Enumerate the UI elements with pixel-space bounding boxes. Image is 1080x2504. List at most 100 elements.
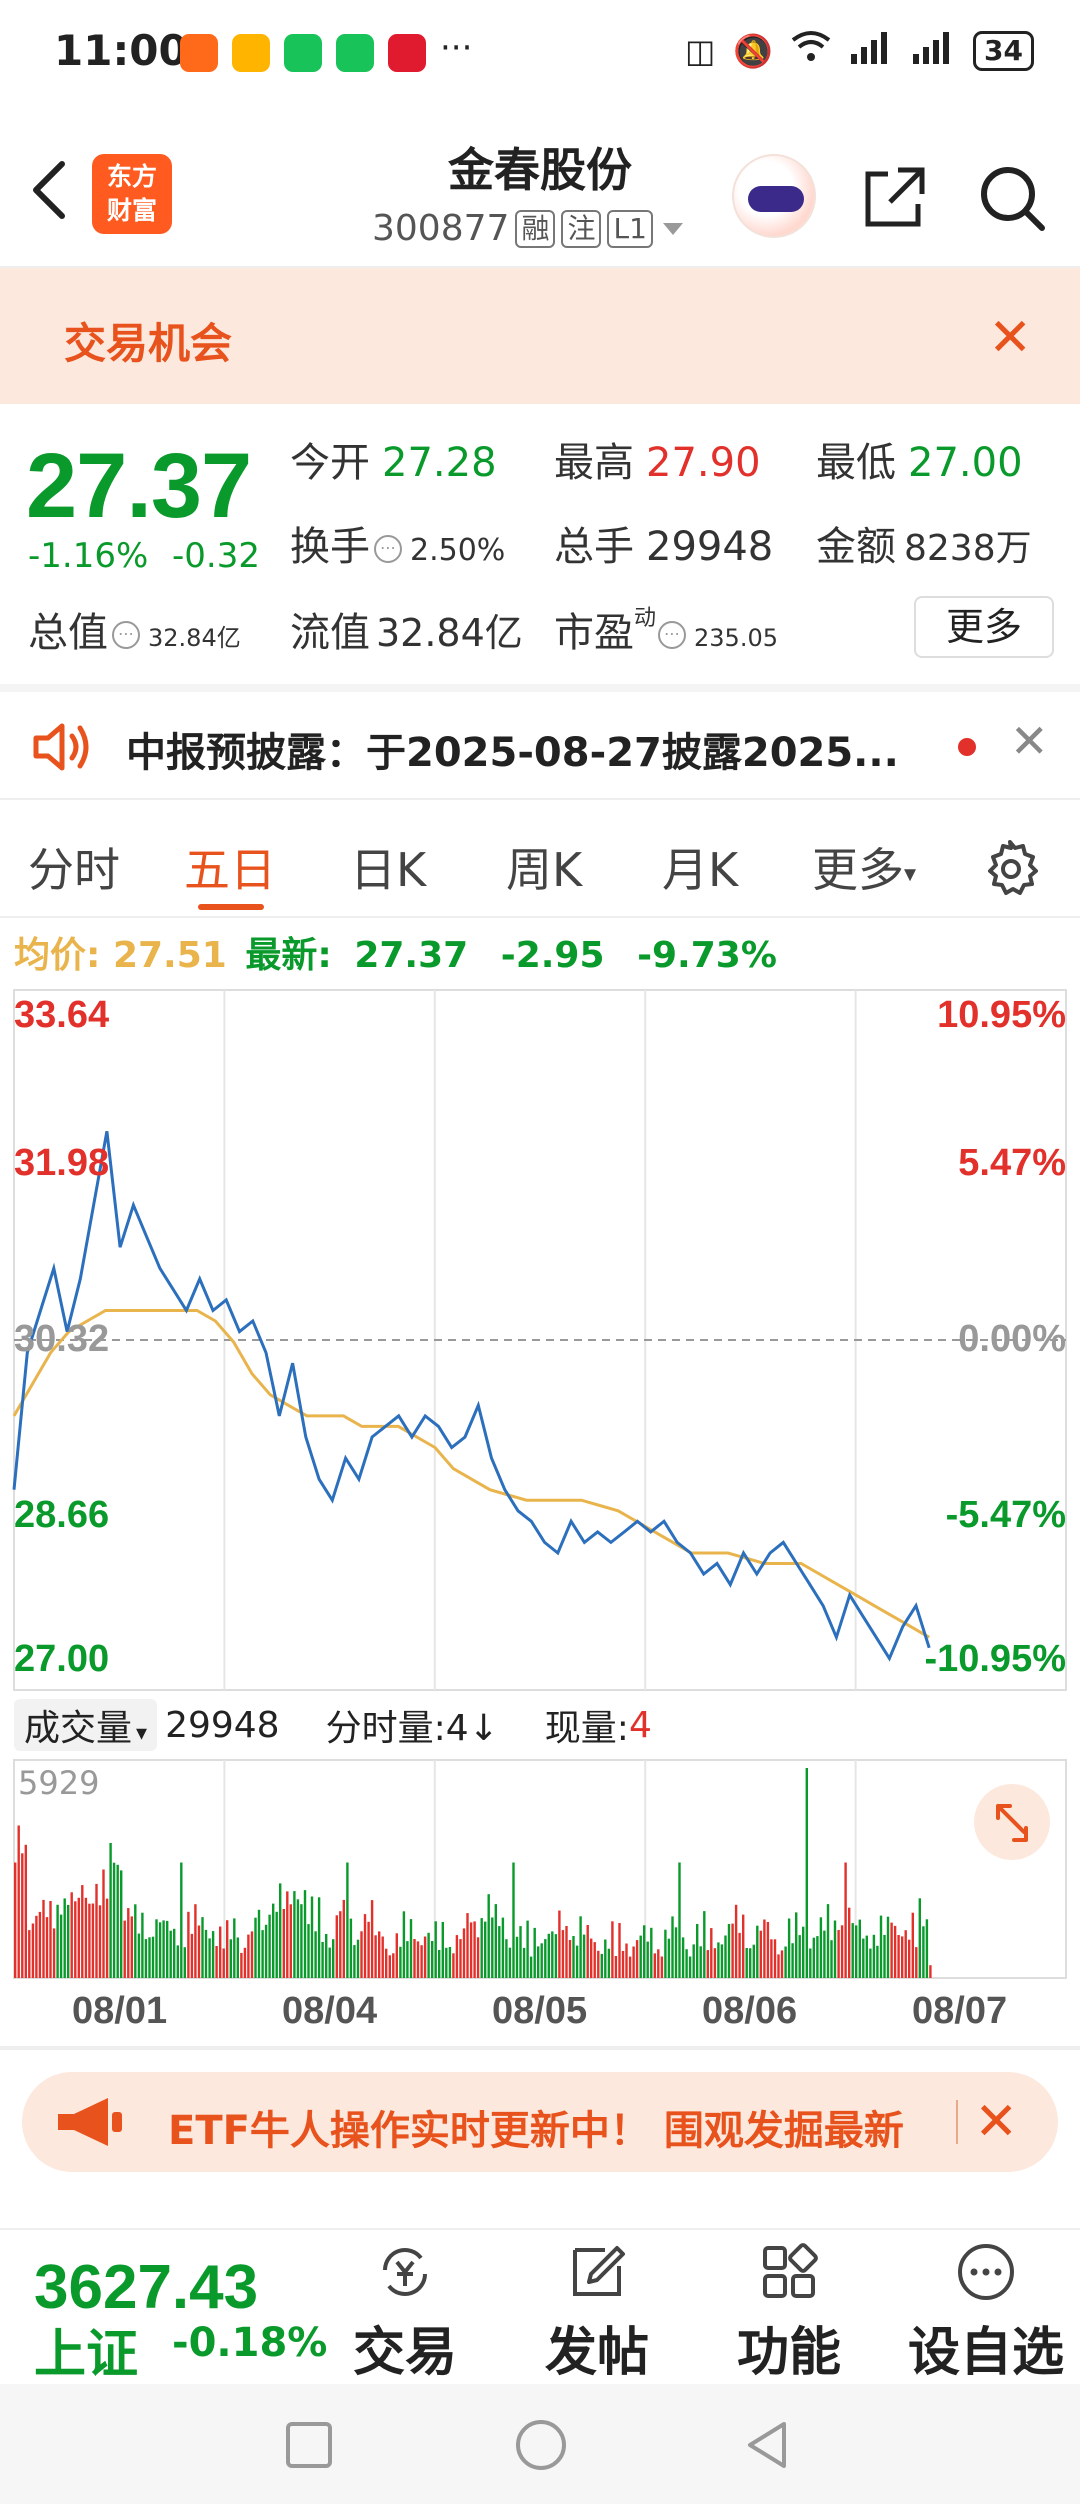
volume-bar <box>688 1956 692 1978</box>
volume-bar <box>367 1921 370 1978</box>
x-tick-2: 08/05 <box>492 1990 588 2032</box>
volume-bar <box>667 1938 671 1978</box>
volume-bar <box>91 1903 95 1978</box>
volume-bar <box>491 1917 494 1978</box>
volume-bar <box>176 1945 179 1978</box>
volume-bars <box>14 1768 932 1978</box>
post-button[interactable]: 发帖 <box>522 2240 672 2385</box>
gear-icon[interactable] <box>980 838 1040 898</box>
volume-bar <box>480 1918 483 1978</box>
search-icon[interactable] <box>976 162 1048 234</box>
volume-bar <box>738 1932 741 1978</box>
tab-daily-k[interactable]: 日K <box>350 834 426 900</box>
volume-bar <box>901 1936 904 1978</box>
volume-bar <box>211 1931 215 1978</box>
volume-bar <box>112 1862 116 1978</box>
x-tick-1: 08/04 <box>282 1990 378 2032</box>
close-icon[interactable]: ✕ <box>1010 714 1049 768</box>
volume-bar <box>35 1915 38 1978</box>
status-bar: 11:00 ··· ◫ 🔕 34 <box>0 0 1080 104</box>
volume-bar <box>335 1915 338 1978</box>
pe-field[interactable]: 市盈动⋯ 235.05 <box>554 600 778 658</box>
system-navigation <box>0 2384 1080 2504</box>
volume-bar <box>158 1922 162 1978</box>
volume-bar <box>678 1862 681 1978</box>
chart-change: -2.95 <box>500 935 605 976</box>
tab-intraday[interactable]: 分时 <box>28 834 120 900</box>
volume-bar <box>763 1919 766 1978</box>
volume-bar <box>332 1939 335 1978</box>
functions-button[interactable]: 功能 <box>714 2240 864 2385</box>
tab-five-day[interactable]: 五日 <box>184 834 276 900</box>
close-icon[interactable]: ✕ <box>974 2092 1018 2152</box>
grid-icon <box>763 2243 818 2298</box>
volume-bar <box>805 1768 808 1978</box>
volume-bar <box>780 1950 784 1978</box>
more-button[interactable]: 更多 <box>914 596 1054 658</box>
market-cap-field[interactable]: 总值 ⋯ 32.84亿 <box>28 600 241 658</box>
volume-bar <box>692 1944 695 1978</box>
add-watchlist-button[interactable]: 设自选 <box>896 2240 1076 2385</box>
volume-bar <box>816 1936 819 1978</box>
volume-bar <box>346 1862 349 1978</box>
volume-bar <box>204 1929 208 1978</box>
volume-bar <box>526 1920 529 1978</box>
recent-apps-icon[interactable] <box>284 2420 334 2470</box>
volume-bar <box>180 1862 183 1978</box>
volume-bar <box>674 1927 678 1978</box>
volume-bar <box>144 1939 148 1978</box>
volume-max-label: 5929 <box>18 1764 100 1802</box>
more-circle-icon <box>958 2244 1014 2300</box>
volume-bar <box>240 1952 243 1978</box>
volume-chart[interactable] <box>0 1756 1080 1982</box>
volume-bar <box>314 1931 317 1978</box>
y-tick-left-1: 31.98 <box>14 1142 110 1184</box>
volume-bar <box>544 1939 547 1978</box>
volume-bar <box>752 1944 755 1978</box>
turnover-field[interactable]: 换手 ⋯ 2.50% <box>290 514 505 572</box>
volume-bar <box>197 1925 201 1978</box>
volume-bar <box>233 1918 236 1978</box>
ai-assistant-icon[interactable] <box>732 154 816 238</box>
volume-bar <box>445 1947 448 1978</box>
tab-monthly-k[interactable]: 月K <box>662 834 738 900</box>
tab-more[interactable]: 更多▾ <box>812 834 916 900</box>
tab-weekly-k[interactable]: 周K <box>506 834 582 900</box>
price-chart[interactable] <box>0 984 1080 1694</box>
volume-total: 29948 <box>165 1704 280 1746</box>
notice-bar[interactable]: 中报预披露：于2025-08-27披露2025... ✕ <box>0 692 1080 800</box>
trade-button[interactable]: 交易 <box>330 2240 480 2385</box>
volume-bar <box>568 1940 572 1978</box>
volume-bar <box>671 1916 674 1978</box>
volume-bar <box>52 1928 56 1978</box>
expand-chart-button[interactable] <box>974 1784 1050 1860</box>
volume-bar <box>777 1954 780 1978</box>
volume-bar <box>300 1904 303 1978</box>
share-icon[interactable] <box>860 162 930 232</box>
volume-bar <box>632 1946 635 1978</box>
back-nav-icon[interactable] <box>742 2418 792 2472</box>
volume-bar <box>625 1943 628 1978</box>
current-volume-label: 现量: <box>544 1708 629 1749</box>
volume-bar <box>653 1953 656 1978</box>
functions-label: 功能 <box>736 2323 841 2383</box>
notice-text: 中报预披露：于2025-08-27披露2025... <box>126 730 899 776</box>
volume-bar <box>222 1948 225 1978</box>
promo-banner[interactable]: ETF牛人操作实时更新中！ 围观发掘最新 ✕ <box>22 2072 1058 2172</box>
info-icon: ⋯ <box>112 621 140 649</box>
volume-bar <box>356 1939 360 1978</box>
volume-bar <box>385 1948 388 1978</box>
volume-bar <box>28 1930 31 1978</box>
volume-indicator-selector[interactable]: 成交量 ▾ <box>14 1699 158 1751</box>
stock-code: 300877 <box>372 208 510 249</box>
volume-bar <box>795 1912 798 1978</box>
volume-bar <box>438 1950 441 1978</box>
trade-opportunity-banner[interactable]: 交易机会 ✕ <box>0 268 1080 404</box>
volume-bar <box>339 1911 342 1978</box>
close-icon[interactable]: ✕ <box>988 308 1032 368</box>
home-icon[interactable] <box>514 2418 568 2472</box>
volume-bar <box>727 1924 731 1978</box>
wifi-icon <box>791 30 831 72</box>
stock-code-row[interactable]: 300877 融 注 L1 <box>372 208 687 249</box>
volume-bar <box>286 1891 289 1978</box>
